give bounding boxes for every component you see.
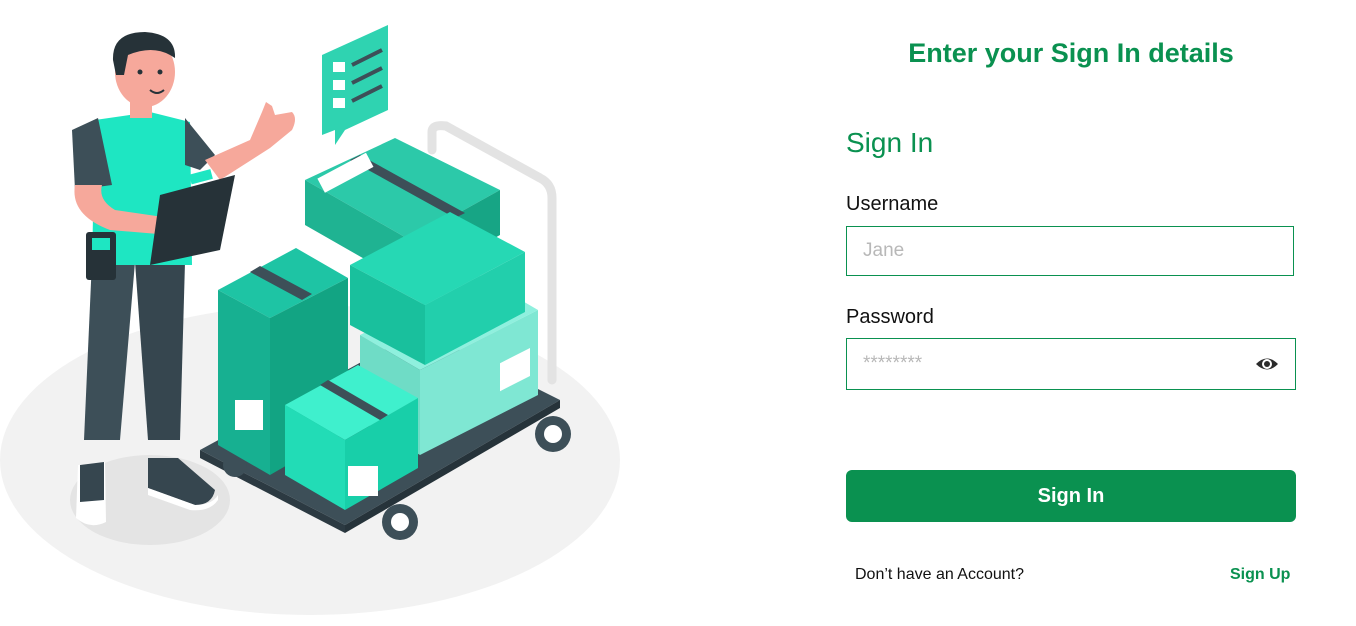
password-field [846,338,1296,390]
password-label: Password [846,306,934,328]
sign-in-button[interactable]: Sign In [846,470,1296,522]
checklist-bubble [322,25,388,145]
username-label: Username [846,193,939,215]
username-input[interactable] [847,227,1233,275]
password-input[interactable] [847,339,1233,389]
no-account-text: Don’t have an Account? [855,566,1025,583]
page-heading: Enter your Sign In details [908,38,1234,68]
sign-up-link[interactable]: Sign Up [1230,566,1290,584]
delivery-illustration [0,25,620,615]
sign-in-title: Sign In [846,127,934,158]
eye-icon[interactable] [1255,353,1279,375]
username-field [846,226,1294,276]
